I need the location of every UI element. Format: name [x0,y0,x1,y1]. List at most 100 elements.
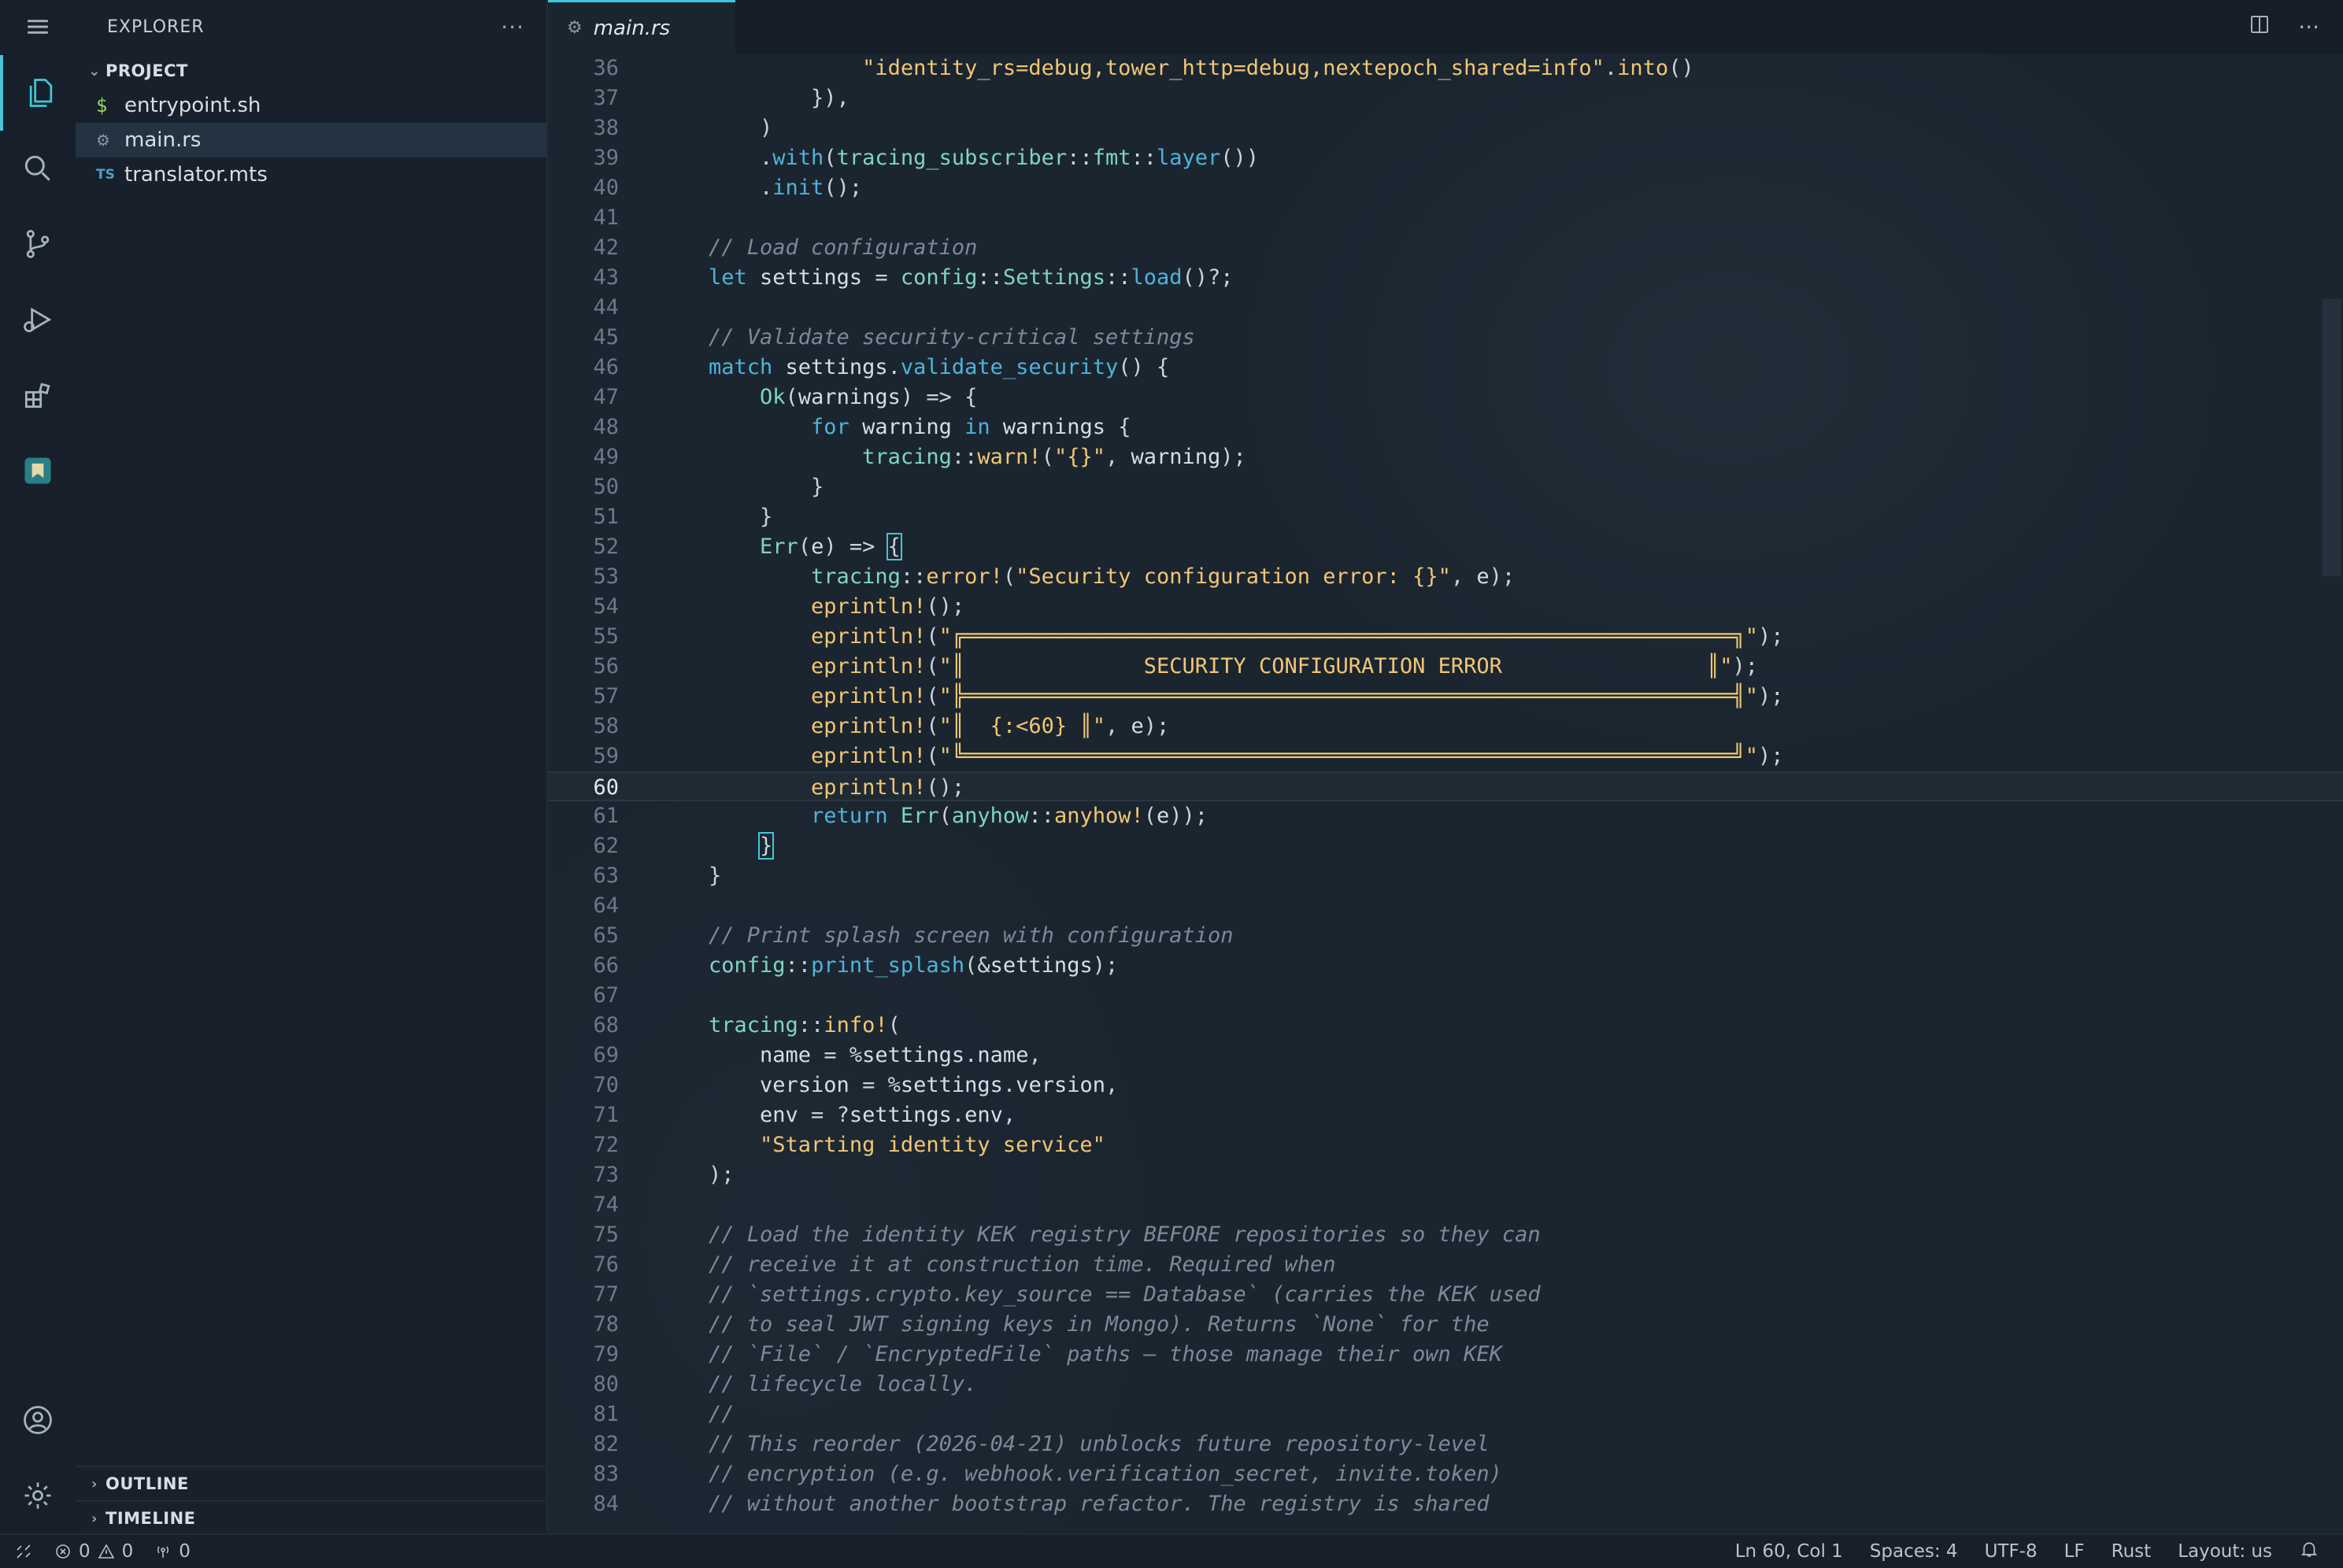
code-line[interactable]: 61 return Err(anyhow::anyhow!(e)); [548,801,2343,831]
source-control-icon[interactable] [0,206,76,282]
code-text: // This reorder (2026-04-21) unblocks fu… [709,1432,1490,1456]
remote-indicator-icon[interactable] [14,1542,33,1561]
code-line[interactable]: 67 [548,981,2343,1011]
language-mode[interactable]: Rust [2112,1541,2152,1562]
code-text: tracing::warn!("{}", warning); [862,445,1246,469]
code-line[interactable]: 82 // This reorder (2026-04-21) unblocks … [548,1429,2343,1459]
code-line[interactable]: 38 ) [548,113,2343,143]
line-number: 37 [593,86,619,110]
code-line[interactable]: 42 // Load configuration [548,233,2343,263]
code-line[interactable]: 48 for warning in warnings { [548,412,2343,442]
code-line[interactable]: 62 } [548,831,2343,861]
end-of-line[interactable]: LF [2064,1541,2085,1562]
code-line[interactable]: 68 tracing::info!( [548,1011,2343,1041]
code-line[interactable]: 63} [548,861,2343,891]
settings-gear-icon[interactable] [0,1458,76,1533]
code-line[interactable]: 72 "Starting identity service" [548,1130,2343,1160]
code-line[interactable]: 66 config::print_splash(&settings); [548,951,2343,981]
cursor-position[interactable]: Ln 60, Col 1 [1735,1541,1843,1562]
line-number: 41 [593,205,619,230]
code-line[interactable]: 75 // Load the identity KEK registry BEFO… [548,1220,2343,1250]
explorer-icon[interactable] [0,55,79,131]
code-line[interactable]: 65 // Print splash screen with configurat… [548,921,2343,951]
timeline-section[interactable]: › TIMELINE [76,1500,546,1535]
menu-icon[interactable] [0,0,76,54]
code-line[interactable]: 69 name = %settings.name, [548,1041,2343,1071]
file-name: translator.mts [124,163,268,187]
code-text: }), [709,86,849,110]
code-line[interactable]: 59 eprintln!("╚═════════════════════════… [548,741,2343,771]
code-line[interactable]: 80 // lifecycle locally. [548,1370,2343,1400]
explorer-panel: EXPLORER ··· ⌄ PROJECT $ entrypoint.sh ⚙… [76,0,548,1535]
shell-file-icon: $ [96,94,108,116]
code-line[interactable]: 45 // Validate security-critical settings [548,323,2343,353]
encoding[interactable]: UTF-8 [1985,1541,2038,1562]
code-line[interactable]: 79 // `File` / `EncryptedFile` paths — th… [548,1340,2343,1370]
code-text: // to seal JWT signing keys in Mongo). R… [709,1312,1490,1337]
code-line[interactable]: 43 let settings = config::Settings::load(… [548,263,2343,293]
code-line[interactable]: 54 eprintln!(); [548,592,2343,622]
file-name: main.rs [124,128,202,152]
more-actions-icon[interactable]: ··· [2298,14,2319,40]
code-line[interactable]: 73); [548,1160,2343,1190]
file-name: entrypoint.sh [124,94,261,117]
code-line[interactable]: 44 [548,293,2343,323]
code-line[interactable]: 83 // encryption (e.g. webhook.verificati… [548,1459,2343,1489]
code-line[interactable]: 40 .init(); [548,173,2343,203]
code-text: Ok(warnings) => { [760,385,978,409]
outline-section[interactable]: › OUTLINE [76,1467,546,1500]
tab-main-rs[interactable]: ⚙ main.rs [548,0,735,54]
code-line[interactable]: 78 // to seal JWT signing keys in Mongo).… [548,1310,2343,1340]
code-line[interactable]: 76 // receive it at construction time. Re… [548,1250,2343,1280]
code-text: // Load the identity KEK registry BEFORE… [709,1222,1541,1247]
chevron-right-icon: › [91,1510,98,1527]
extensions-icon[interactable] [0,357,76,433]
code-line[interactable]: 64 [548,891,2343,921]
code-line[interactable]: 52 Err(e) => { [548,532,2343,562]
problems-indicator[interactable]: 0 0 [54,1541,133,1562]
file-item-translator[interactable]: TS translator.mts [76,157,546,192]
code-text: .with(tracing_subscriber::fmt::layer()) [709,146,1260,170]
keyboard-layout[interactable]: Layout: us [2178,1541,2272,1562]
code-line[interactable]: 81 // [548,1400,2343,1429]
code-line[interactable]: 84 // without another bootstrap refactor.… [548,1489,2343,1519]
code-line[interactable]: 51 } [548,502,2343,532]
code-line[interactable]: 46 match settings.validate_security() { [548,353,2343,383]
project-folder[interactable]: ⌄ PROJECT [76,54,546,88]
more-actions-icon[interactable]: ··· [501,14,524,40]
code-line[interactable]: 56 eprintln!("║ SECURITY CONFIGURATION E… [548,652,2343,682]
code-line[interactable]: 47 Ok(warnings) => { [548,383,2343,412]
code-editor[interactable]: 36 "identity_rs=debug,tower_http=debug,n… [548,54,2343,1535]
notifications-bell-icon[interactable] [2299,1539,2319,1564]
code-line[interactable]: 53 tracing::error!("Security configurati… [548,562,2343,592]
indentation[interactable]: Spaces: 4 [1870,1541,1958,1562]
app-extension-icon[interactable] [0,433,76,508]
split-editor-icon[interactable] [2248,13,2271,42]
code-line[interactable]: 49 tracing::warn!("{}", warning); [548,442,2343,472]
code-line[interactable]: 41 [548,203,2343,233]
code-line[interactable]: 36 "identity_rs=debug,tower_http=debug,n… [548,54,2343,83]
code-line[interactable]: 70 version = %settings.version, [548,1071,2343,1100]
code-line[interactable]: 58 eprintln!("║ {:<60} ║", e); [548,712,2343,741]
code-line[interactable]: 57 eprintln!("╠═════════════════════════… [548,682,2343,712]
code-text: version = %settings.version, [709,1073,1119,1097]
code-line[interactable]: 37 }), [548,83,2343,113]
line-number: 39 [593,146,619,170]
ports-indicator[interactable]: 0 [154,1541,191,1562]
code-line[interactable]: 60 eprintln!(); [548,771,2343,801]
code-line[interactable]: 77 // `settings.crypto.key_source == Data… [548,1280,2343,1310]
file-item-main-rs[interactable]: ⚙ main.rs [76,123,546,157]
code-line[interactable]: 74 [548,1190,2343,1220]
code-line[interactable]: 39 .with(tracing_subscriber::fmt::layer(… [548,143,2343,173]
code-line[interactable]: 55 eprintln!("╔═════════════════════════… [548,622,2343,652]
account-icon[interactable] [0,1382,76,1458]
search-icon[interactable] [0,131,76,206]
file-item-entrypoint[interactable]: $ entrypoint.sh [76,88,546,123]
code-line[interactable]: 50 } [548,472,2343,502]
line-number: 74 [593,1193,619,1217]
code-text: eprintln!("╠════════════════════════════… [811,684,1784,708]
run-debug-icon[interactable] [0,282,76,357]
code-text: tracing::error!("Security configuration … [811,564,1516,589]
status-bar: 0 0 0 Ln 60, Col 1 Spaces: 4 UTF-8 LF Ru… [0,1533,2343,1568]
code-line[interactable]: 71 env = ?settings.env, [548,1100,2343,1130]
